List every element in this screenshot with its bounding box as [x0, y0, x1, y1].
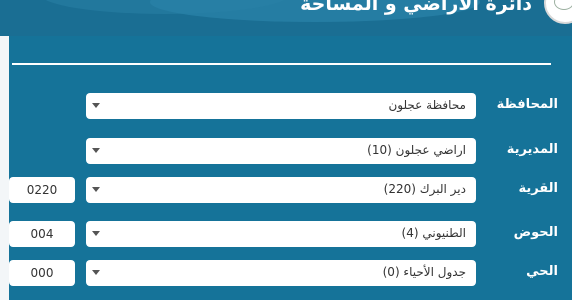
- neighborhood-select[interactable]: جدول الأحياء (0): [86, 260, 476, 286]
- governorate-label: المحافظة: [496, 97, 558, 112]
- chevron-down-icon: [92, 103, 100, 108]
- chevron-down-icon: [92, 270, 100, 275]
- emblem-logo: [544, 0, 572, 24]
- basin-value: الطنيوني (4): [401, 226, 466, 240]
- header-banner: دائرة الأراضي و المساحة: [0, 0, 572, 36]
- chevron-down-icon: [92, 231, 100, 236]
- village-value: دير البرك (220): [383, 182, 466, 196]
- directorate-value: اراضي عجلون (10): [367, 143, 466, 157]
- basin-select[interactable]: الطنيوني (4): [86, 221, 476, 247]
- basin-row: الحوض الطنيوني (4) 004: [0, 221, 572, 251]
- village-select[interactable]: دير البرك (220): [86, 177, 476, 203]
- chevron-down-icon: [92, 148, 100, 153]
- village-label: القرية: [518, 181, 558, 196]
- basin-label: الحوض: [513, 225, 558, 240]
- section-divider: [12, 63, 551, 65]
- neighborhood-code-input[interactable]: 000: [9, 260, 75, 286]
- chevron-down-icon: [92, 187, 100, 192]
- governorate-value: محافظة عجلون: [388, 98, 466, 112]
- governorate-row: المحافظة محافظة عجلون: [0, 93, 572, 123]
- directorate-row: المديرية اراضي عجلون (10): [0, 138, 572, 168]
- neighborhood-row: الحي جدول الأحياء (0) 000: [0, 260, 572, 290]
- governorate-select[interactable]: محافظة عجلون: [86, 93, 476, 119]
- basin-code-input[interactable]: 004: [9, 221, 75, 247]
- neighborhood-label: الحي: [526, 264, 558, 279]
- directorate-label: المديرية: [506, 142, 558, 157]
- neighborhood-value: جدول الأحياء (0): [382, 265, 466, 279]
- page-title: دائرة الأراضي و المساحة: [300, 0, 532, 15]
- village-row: القرية دير البرك (220) 0220: [0, 177, 572, 207]
- directorate-select[interactable]: اراضي عجلون (10): [86, 138, 476, 164]
- village-code-input[interactable]: 0220: [9, 177, 75, 203]
